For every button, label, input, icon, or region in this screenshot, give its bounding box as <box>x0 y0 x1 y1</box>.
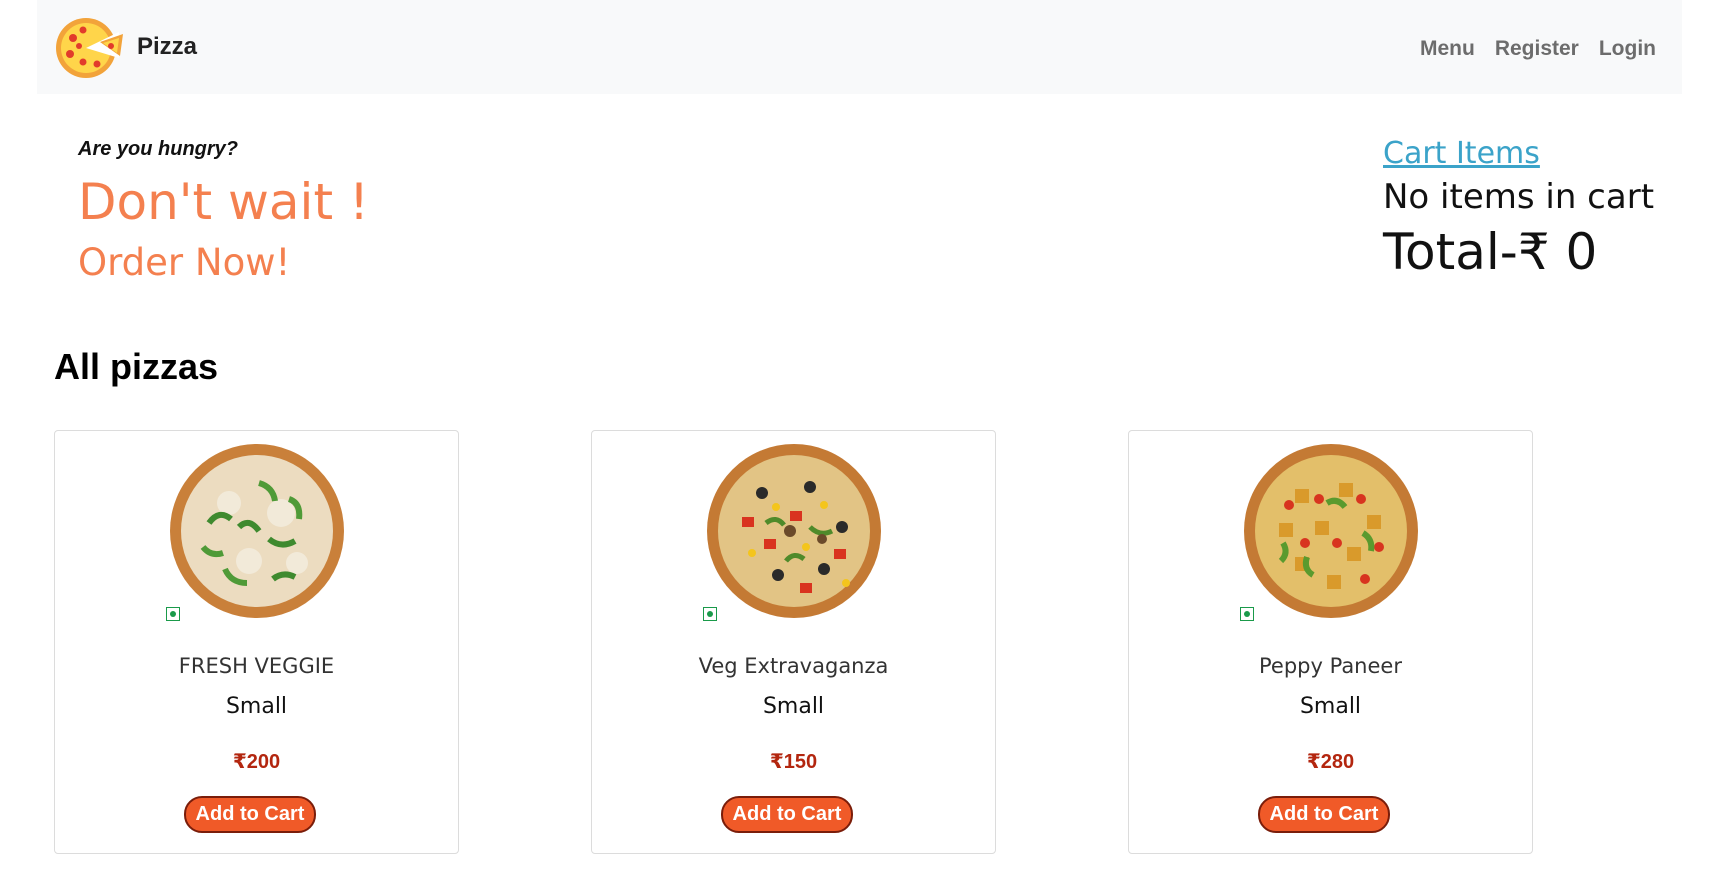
nav-links: Menu Register Login <box>1420 37 1656 61</box>
pizza-image <box>707 444 881 618</box>
cart-summary: Cart Items No items in cart Total-₹ 0 <box>1383 136 1654 281</box>
pizza-card: FRESH VEGGIE Small ₹200 Add to Cart <box>54 430 459 854</box>
veg-indicator-icon <box>166 607 180 621</box>
pizza-size: Small <box>762 694 825 719</box>
veg-indicator-icon <box>1240 607 1254 621</box>
add-to-cart-button[interactable]: Add to Cart <box>721 796 853 833</box>
hero-headline: Don't wait ! <box>78 173 369 231</box>
nav-menu-link[interactable]: Menu <box>1420 37 1475 61</box>
hero-subheadline: Order Now! <box>78 241 291 284</box>
section-title: All pizzas <box>54 346 219 387</box>
pizza-image <box>170 444 344 618</box>
cart-empty-message: No items in cart <box>1383 177 1655 217</box>
pizza-price: ₹150 <box>769 751 818 773</box>
brand-name: Pizza <box>137 33 198 60</box>
nav-register-link[interactable]: Register <box>1495 37 1579 61</box>
pizza-size: Small <box>1299 694 1362 719</box>
pizza-name: Veg Extravaganza <box>698 654 889 678</box>
pizza-image <box>1244 444 1418 618</box>
pizza-logo-icon <box>56 18 123 78</box>
hero: Are you hungry? Don't wait ! Order Now! <box>78 138 369 284</box>
hero-tagline: Are you hungry? <box>78 138 239 160</box>
pizza-name: FRESH VEGGIE <box>178 654 335 678</box>
pizza-size: Small <box>225 694 288 719</box>
pizza-price: ₹200 <box>232 751 281 773</box>
cart-items-link[interactable]: Cart Items <box>1383 136 1654 171</box>
pizza-price: ₹280 <box>1306 751 1355 773</box>
brand[interactable]: Pizza <box>53 12 197 82</box>
pizza-card: Peppy Paneer Small ₹280 Add to Cart <box>1128 430 1533 854</box>
nav-login-link[interactable]: Login <box>1599 37 1656 61</box>
pizza-card: Veg Extravaganza Small ₹150 Add to Cart <box>591 430 996 854</box>
add-to-cart-button[interactable]: Add to Cart <box>1258 796 1390 833</box>
cart-total: Total-₹ 0 <box>1383 223 1598 281</box>
veg-indicator-icon <box>703 607 717 621</box>
add-to-cart-button[interactable]: Add to Cart <box>184 796 316 833</box>
navbar: Pizza Menu Register Login <box>37 0 1682 94</box>
pizza-list: FRESH VEGGIE Small ₹200 Add to Cart Veg … <box>54 430 1533 854</box>
pizza-name: Peppy Paneer <box>1259 654 1402 678</box>
